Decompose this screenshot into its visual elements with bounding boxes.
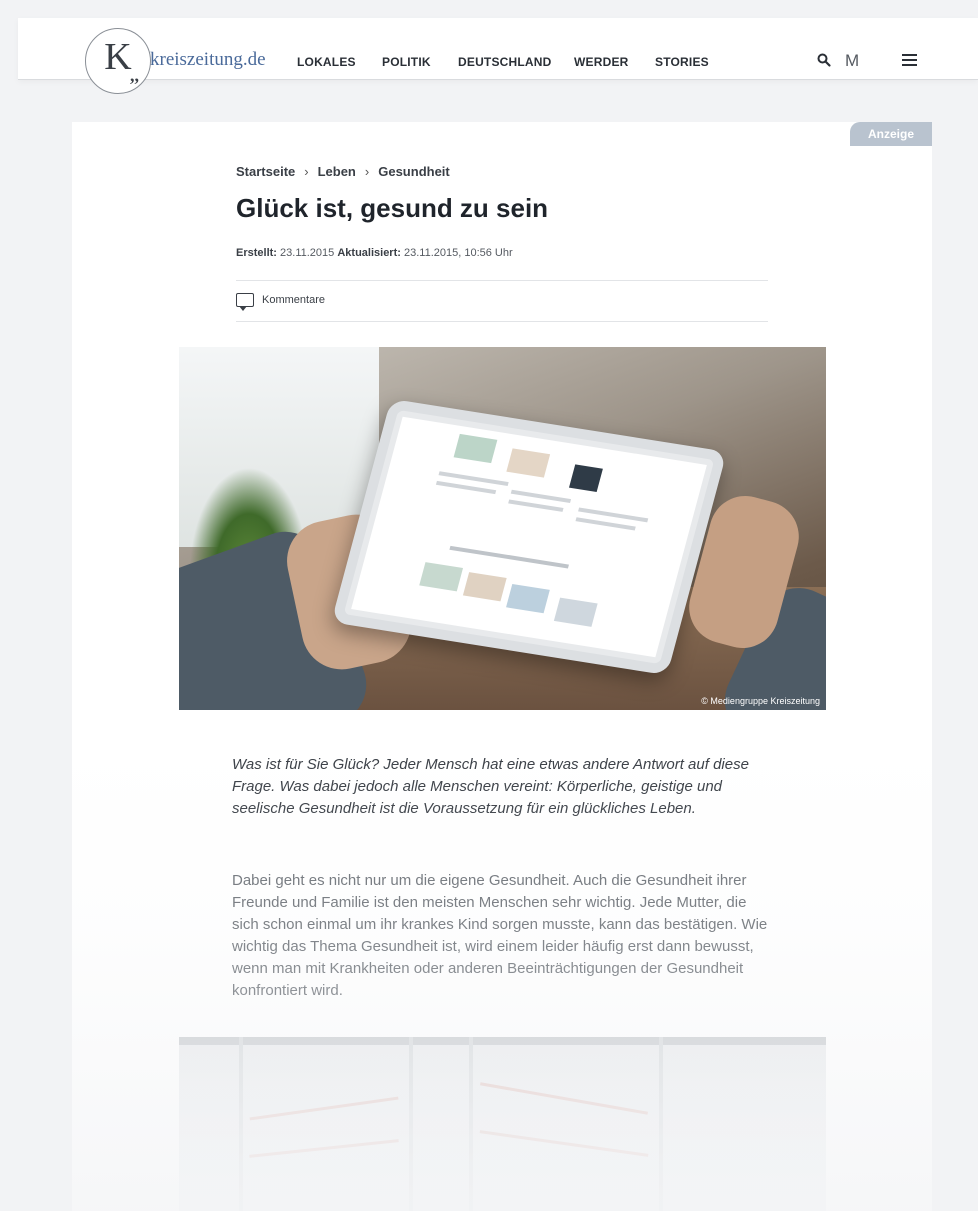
nav-item-deutschland[interactable]: DEUTSCHLAND: [458, 55, 552, 69]
article-title: Glück ist, gesund zu sein: [236, 193, 549, 223]
article-body: Dabei geht es nicht nur um die eigene Ge…: [232, 872, 768, 999]
article-lead: Was ist für Sie Glück? Jeder Mensch hat …: [232, 756, 749, 817]
breadcrumb: Startseite › Leben › Gesundheit: [236, 164, 450, 179]
comments-label: Kommentare: [262, 293, 325, 306]
breadcrumb-item-leben[interactable]: Leben: [318, 164, 356, 179]
divider: [236, 280, 768, 281]
search-icon[interactable]: [816, 52, 832, 68]
breadcrumb-item-startseite[interactable]: Startseite: [236, 164, 295, 179]
image-credit: © Mediengruppe Kreiszeitung: [701, 696, 820, 706]
divider: [236, 321, 768, 322]
site-name[interactable]: kreiszeitung.de: [150, 49, 266, 71]
updated-date: 23.11.2015, 10:56 Uhr: [403, 247, 513, 259]
created-label: Erstellt:: [236, 247, 277, 259]
site-logo[interactable]: K ,,: [85, 28, 151, 94]
hamburger-menu-icon[interactable]: [902, 54, 917, 66]
updated-label: Aktualisiert:: [337, 247, 401, 259]
breadcrumb-separator: ›: [364, 164, 370, 179]
merkliste-icon[interactable]: M: [845, 51, 859, 71]
logo-quote: ,,: [130, 65, 139, 85]
logo-letter: K: [104, 36, 132, 78]
comments-link[interactable]: Kommentare: [236, 293, 325, 311]
image-fade-overlay: [179, 1037, 826, 1211]
nav-item-politik[interactable]: POLITIK: [382, 55, 431, 69]
comment-icon: [236, 293, 254, 311]
nav-item-lokales[interactable]: LOKALES: [297, 55, 356, 69]
ad-badge: Anzeige: [850, 122, 932, 146]
breadcrumb-separator: ›: [304, 164, 309, 179]
nav-item-stories[interactable]: STORIES: [655, 55, 709, 69]
nav-item-werder[interactable]: WERDER: [574, 55, 629, 69]
breadcrumb-item-gesundheit[interactable]: Gesundheit: [378, 164, 450, 179]
hero-image: © Mediengruppe Kreiszeitung: [179, 347, 826, 710]
article-meta: Erstellt: 23.11.2015 Aktualisiert: 23.11…: [236, 247, 513, 259]
created-date: 23.11.2015: [280, 247, 335, 259]
